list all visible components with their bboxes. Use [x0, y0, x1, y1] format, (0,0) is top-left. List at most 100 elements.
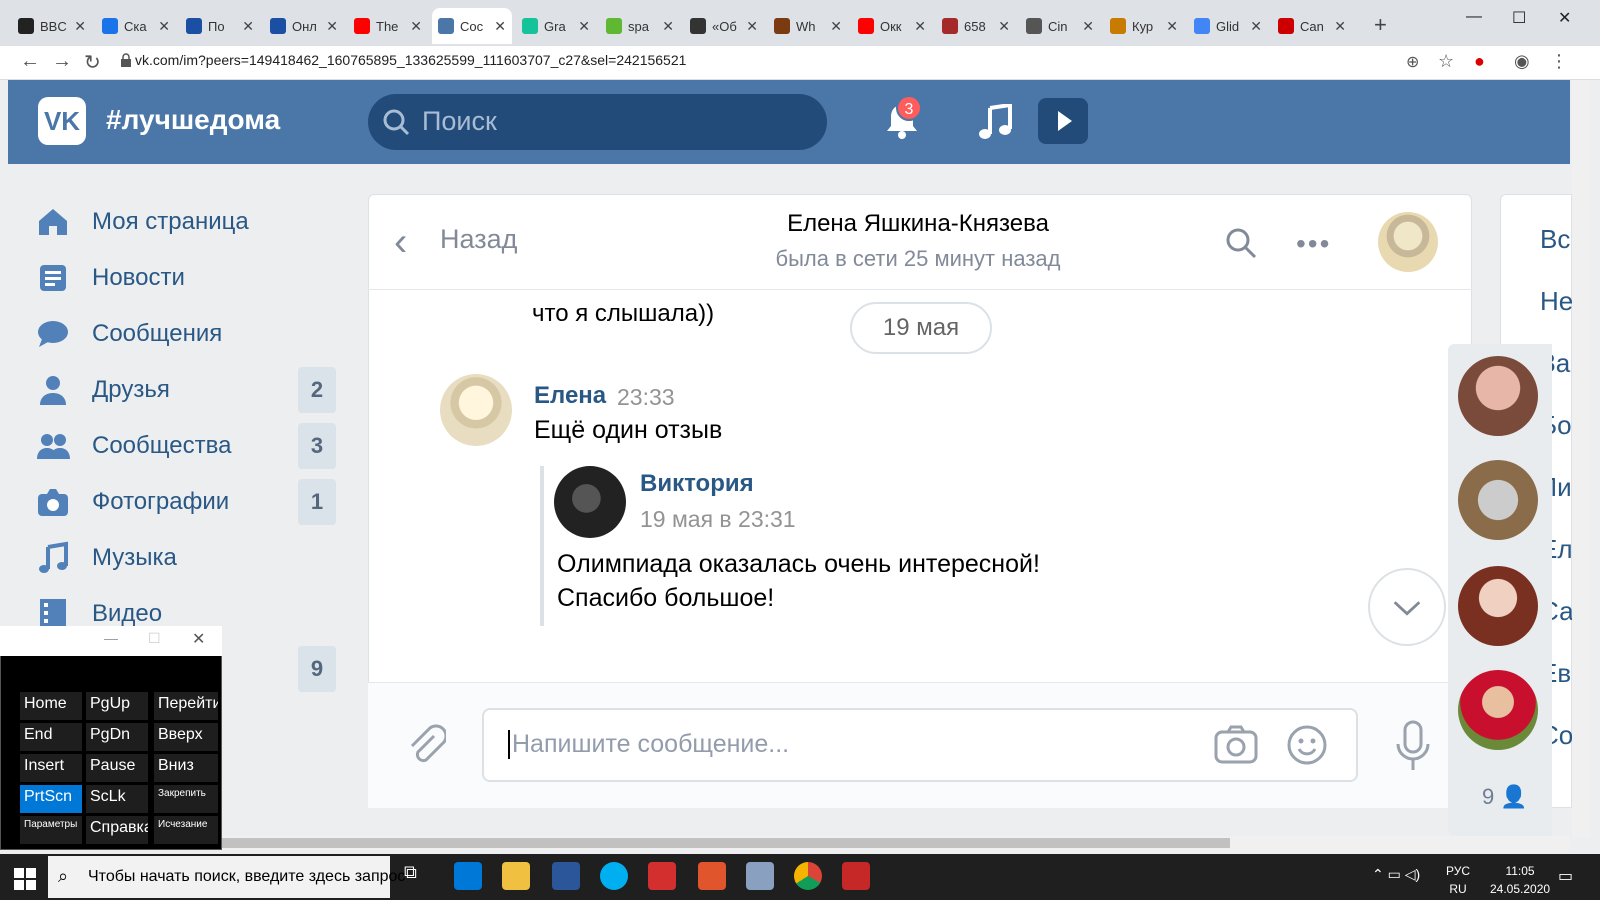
- browser-tab[interactable]: The ✕: [348, 8, 428, 44]
- app-icon[interactable]: [746, 862, 774, 890]
- osk-key[interactable]: Справка: [86, 816, 148, 844]
- smile-icon[interactable]: [1286, 724, 1328, 766]
- profile-icon[interactable]: ◉: [1514, 51, 1530, 72]
- friend-avatar[interactable]: [1458, 566, 1538, 646]
- browser-tab[interactable]: Ска ✕: [96, 8, 176, 44]
- browser-tab[interactable]: Окк ✕: [852, 8, 932, 44]
- maximize-button[interactable]: ☐: [1512, 8, 1526, 28]
- forward-icon[interactable]: →: [52, 50, 72, 73]
- avatar[interactable]: [1378, 212, 1438, 272]
- dialog-item[interactable]: Вс: [1540, 224, 1570, 255]
- nav-item[interactable]: Друзья: [36, 370, 336, 410]
- browser-tab[interactable]: Онл ✕: [264, 8, 344, 44]
- nav-item[interactable]: Музыка: [36, 538, 336, 578]
- music-icon[interactable]: [978, 104, 1012, 140]
- zoom-icon[interactable]: ⊕: [1406, 52, 1419, 72]
- osk-key[interactable]: End: [20, 723, 82, 751]
- back-icon[interactable]: ←: [20, 50, 40, 73]
- browser-tab[interactable]: BBC ✕: [12, 8, 92, 44]
- explorer-icon[interactable]: [502, 862, 530, 890]
- browser-tab[interactable]: Can ✕: [1272, 8, 1352, 44]
- osk-key[interactable]: Home: [20, 692, 82, 720]
- osk-key[interactable]: Перейти: [154, 692, 218, 720]
- close-icon[interactable]: ✕: [1250, 18, 1262, 35]
- close-window-button[interactable]: ✕: [1558, 8, 1571, 28]
- osk-key[interactable]: PgUp: [86, 692, 148, 720]
- close-icon[interactable]: ✕: [746, 18, 758, 35]
- scrollbar-thumb[interactable]: [220, 838, 1230, 848]
- chat-title[interactable]: Елена Яшкина-Князева: [568, 210, 1268, 238]
- app-icon[interactable]: [648, 862, 676, 890]
- edge-icon[interactable]: [454, 862, 482, 890]
- maximize-button[interactable]: ☐: [148, 630, 161, 647]
- word-icon[interactable]: [552, 862, 580, 890]
- microphone-icon[interactable]: [1394, 720, 1432, 772]
- browser-tab[interactable]: Cin ✕: [1020, 8, 1100, 44]
- osk-key[interactable]: Вверх: [154, 723, 218, 751]
- browser-tab[interactable]: Gra ✕: [516, 8, 596, 44]
- osk-key[interactable]: Pause: [86, 754, 148, 782]
- browser-tab[interactable]: Сос ✕: [432, 8, 512, 44]
- osk-key[interactable]: PrtScn: [20, 785, 82, 813]
- more-icon[interactable]: •••: [1296, 228, 1331, 260]
- attach-icon[interactable]: [404, 722, 446, 768]
- forward-author[interactable]: Виктория: [640, 470, 754, 498]
- close-icon[interactable]: ✕: [914, 18, 926, 35]
- close-icon[interactable]: ✕: [998, 18, 1010, 35]
- friend-avatar[interactable]: [1458, 670, 1538, 750]
- windows-start-icon[interactable]: [14, 868, 36, 890]
- close-icon[interactable]: ✕: [242, 18, 254, 35]
- notifications-icon[interactable]: ▭: [1558, 866, 1573, 886]
- browser-tab[interactable]: «Об ✕: [684, 8, 764, 44]
- osk-key[interactable]: Параметры: [20, 816, 82, 844]
- extension-icon[interactable]: ●: [1474, 51, 1485, 72]
- online-count[interactable]: 9 👤: [1482, 784, 1528, 810]
- browser-tab[interactable]: spa ✕: [600, 8, 680, 44]
- language-indicator[interactable]: РУС RU: [1446, 862, 1470, 898]
- close-icon[interactable]: ✕: [410, 18, 422, 35]
- close-icon[interactable]: ✕: [662, 18, 674, 35]
- reload-icon[interactable]: ↻: [84, 50, 101, 75]
- close-icon[interactable]: ✕: [1082, 18, 1094, 35]
- nav-item[interactable]: Сообщения: [36, 314, 336, 354]
- close-icon[interactable]: ✕: [494, 18, 506, 35]
- osk-key[interactable]: ScLk: [86, 785, 148, 813]
- tray-icons[interactable]: ⌃ ▭ ◁): [1372, 866, 1420, 883]
- camera-icon[interactable]: [1214, 724, 1258, 764]
- vertical-scrollbar[interactable]: [1572, 80, 1590, 838]
- nav-item[interactable]: Фотографии: [36, 482, 336, 522]
- nav-item[interactable]: Сообщества: [36, 426, 336, 466]
- dialog-item[interactable]: Не: [1540, 286, 1573, 317]
- browser-tab[interactable]: Кур ✕: [1104, 8, 1184, 44]
- search-icon[interactable]: [1224, 226, 1258, 260]
- close-icon[interactable]: ✕: [158, 18, 170, 35]
- clock[interactable]: 11:05 24.05.2020: [1490, 862, 1550, 898]
- app-icon[interactable]: [698, 862, 726, 890]
- message-author[interactable]: Елена: [534, 382, 606, 410]
- nav-item[interactable]: Моя страница: [36, 202, 336, 242]
- minimize-button[interactable]: —: [104, 630, 118, 646]
- friend-avatar[interactable]: [1458, 460, 1538, 540]
- chrome-icon[interactable]: [794, 862, 822, 890]
- close-icon[interactable]: ✕: [192, 629, 205, 649]
- task-view-icon[interactable]: ⧉: [404, 862, 432, 890]
- chevron-left-icon[interactable]: ‹: [394, 220, 407, 265]
- close-icon[interactable]: ✕: [326, 18, 338, 35]
- close-icon[interactable]: ✕: [578, 18, 590, 35]
- skype-icon[interactable]: [600, 862, 628, 890]
- close-icon[interactable]: ✕: [74, 18, 86, 35]
- menu-icon[interactable]: ⋮: [1550, 51, 1568, 72]
- minimize-button[interactable]: —: [1466, 8, 1482, 26]
- forward-date[interactable]: 19 мая в 23:31: [640, 506, 796, 533]
- avatar[interactable]: [440, 374, 512, 446]
- osk-key[interactable]: PgDn: [86, 723, 148, 751]
- scroll-down-button[interactable]: [1368, 568, 1446, 646]
- video-player-button[interactable]: [1038, 98, 1088, 144]
- avatar[interactable]: [554, 466, 626, 538]
- close-icon[interactable]: ✕: [1334, 18, 1346, 35]
- osk-key[interactable]: Вниз: [154, 754, 218, 782]
- back-button[interactable]: Назад: [440, 224, 517, 255]
- browser-tab[interactable]: Wh ✕: [768, 8, 848, 44]
- close-icon[interactable]: ✕: [830, 18, 842, 35]
- osk-key[interactable]: Исчезание: [154, 816, 218, 844]
